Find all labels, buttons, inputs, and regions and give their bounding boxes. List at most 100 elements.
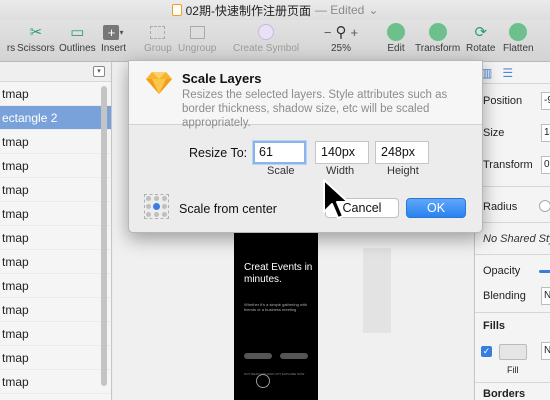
size-label: Size [483,127,505,139]
inspector-divider [475,186,550,187]
chevron-down-icon[interactable]: ⌄ [368,3,378,17]
position-x-field[interactable]: -9 [541,92,550,110]
ungroup-button[interactable]: Ungroup [178,22,216,54]
anchor-point-icon[interactable] [145,210,153,218]
layer-row[interactable]: tmap [0,322,111,346]
ungroup-icon [186,22,208,42]
layers-filter-bar: ▾ [0,62,111,82]
layer-row[interactable]: tmap [0,250,111,274]
layer-list: tmap ectangle 2 tmap tmap tmap tmap tmap… [0,82,111,394]
flatten-icon [509,23,528,41]
layers-filter-dropdown-icon[interactable]: ▾ [93,66,105,77]
scale-input[interactable]: 61 [253,141,306,164]
radius-label: Radius [483,201,518,213]
layer-row[interactable]: tmap [0,346,111,370]
fill-value-field[interactable]: N [541,342,550,360]
insert-icon: + ▾ [103,22,125,42]
transform-label: Transform [483,159,533,171]
zoom-level: 25% [330,43,351,54]
layer-row[interactable]: tmap [0,274,111,298]
layer-row[interactable]: tmap [0,178,111,202]
fills-heading: Fills [483,320,506,332]
zoom-control[interactable]: − ⚲ + 25% [318,22,364,54]
scissors-button[interactable]: ✂ Scissors [17,22,55,54]
fill-checkbox[interactable]: ✓ [481,346,492,357]
canvas-circle-icon [256,374,270,388]
shared-style-select[interactable]: No Shared Sty [483,233,550,245]
layer-row[interactable]: tmap [0,82,111,106]
scale-anchor-selector[interactable] [144,194,169,219]
transform-button[interactable]: Transform [415,22,460,54]
edited-status: — Edited [314,3,365,17]
group-button[interactable]: Group [144,22,172,54]
height-input[interactable]: 248px [375,141,429,164]
size-width-field[interactable]: 14 [541,124,550,142]
ok-button[interactable]: OK [406,198,466,218]
dialog-description: Resizes the selected layers. Style attri… [182,89,448,129]
fill-label: Fill [507,365,519,375]
scale-layers-dialog: Scale Layers Resizes the selected layers… [128,60,483,233]
blending-label: Blending [483,290,526,302]
dialog-title: Scale Layers [182,71,262,86]
rotate-icon: ⟳ [474,24,488,41]
mouse-pointer-icon [323,179,349,219]
inspector-divider [475,254,550,255]
fill-color-swatch[interactable] [499,344,527,360]
blending-select[interactable]: N [541,287,550,305]
sketch-app-icon [146,72,172,94]
anchor-point-icon[interactable] [160,203,168,211]
layer-row[interactable]: tmap [0,202,111,226]
inspector-panel: ▥ ☰ Position -9 Size 14 Transform 0° Rad… [474,62,550,400]
rotation-field[interactable]: 0° [541,156,550,174]
rotate-button[interactable]: ⟳ Rotate [466,22,495,54]
window-title: 02期-快速制作注册页面 [185,3,311,18]
position-label: Position [483,95,523,107]
toolbar: rs ✂ Scissors ▭ Outlines + ▾ Insert Group… [0,20,550,62]
anchor-point-icon[interactable] [160,195,168,203]
align-center-icon[interactable]: ☰ [502,66,513,80]
opacity-slider[interactable] [539,270,550,273]
radius-toggle[interactable] [539,200,550,212]
artboard-preview[interactable]: Creat Events in minutes. Whether it's a … [234,232,318,400]
layer-row-selected[interactable]: ectangle 2 [0,106,111,130]
create-symbol-button[interactable]: Create Symbol [233,22,299,54]
opacity-label: Opacity [483,265,521,277]
artboard-footer-text: NOT READY TO SIGN UP? EXPLORE NOW [244,372,305,376]
zoom-in-icon[interactable]: + [351,25,359,40]
edit-button[interactable]: Edit [387,22,405,54]
layer-row[interactable]: tmap [0,370,111,394]
layers-panel: ▾ tmap ectangle 2 tmap tmap tmap tmap tm… [0,62,112,400]
inspector-divider [475,312,550,313]
artboard-headline: Creat Events in minutes. [244,262,313,285]
inspector-divider [475,222,550,223]
layer-row[interactable]: tmap [0,298,111,322]
outlines-button[interactable]: ▭ Outlines [59,22,96,54]
flatten-button[interactable]: Flatten [503,22,534,54]
anchor-point-icon[interactable] [145,203,153,211]
zoom-icon: ⚲ [335,24,347,41]
width-input[interactable]: 140px [315,141,369,164]
layer-row[interactable]: tmap [0,130,111,154]
insert-button[interactable]: + ▾ Insert [101,22,126,54]
layer-row[interactable]: tmap [0,154,111,178]
resize-to-label: Resize To: [189,146,248,160]
outlines-icon: ▭ [70,24,85,41]
document-icon [171,4,182,16]
anchor-point-center-icon[interactable] [152,202,161,211]
artboard-button-right [280,353,308,359]
artboard-button-left [244,353,272,359]
zoom-out-icon[interactable]: − [324,25,332,40]
create-symbol-icon [255,22,277,42]
borders-heading: Borders [483,388,526,400]
dialog-header: Scale Layers Resizes the selected layers… [129,61,482,129]
canvas-placeholder-shape [363,248,391,333]
title-bar: 02期-快速制作注册页面 — Edited ⌄ [0,0,550,20]
anchor-point-icon[interactable] [145,195,153,203]
anchor-point-icon[interactable] [153,195,161,203]
scale-caption: Scale [267,165,295,177]
anchor-point-icon[interactable] [153,210,161,218]
layer-row[interactable]: tmap [0,226,111,250]
anchor-point-icon[interactable] [160,210,168,218]
height-caption: Height [387,165,419,177]
layers-scrollbar[interactable] [101,86,107,386]
